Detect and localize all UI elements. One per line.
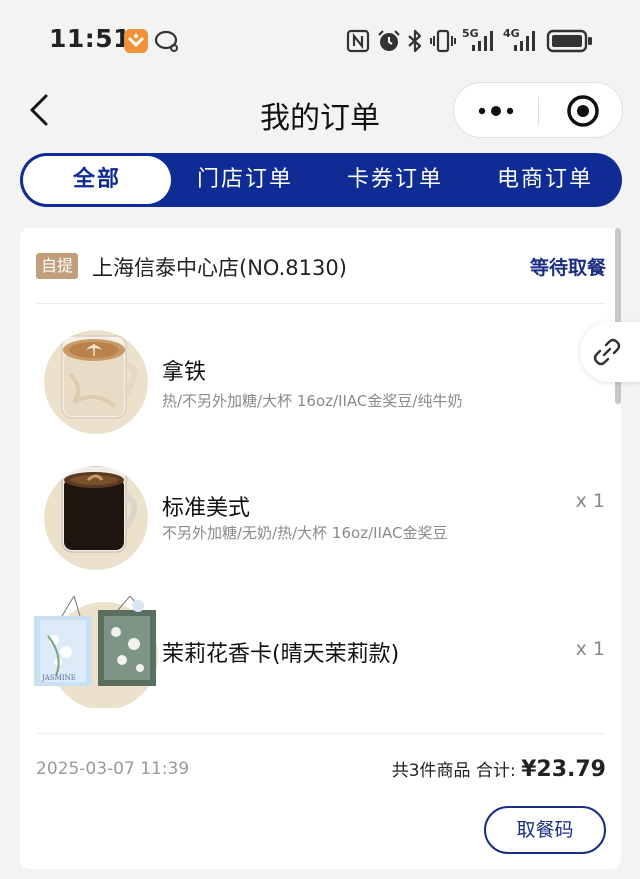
divider: [36, 733, 605, 734]
more-options-icon[interactable]: [476, 99, 516, 123]
signal-4g-icon: [514, 31, 535, 51]
order-item-jasmine-card: JASMINE 茉莉花香卡(晴天茉莉款) x 1: [20, 596, 621, 716]
item-name: 茉莉花香卡(晴天茉莉款): [162, 642, 400, 667]
battery-icon: [546, 29, 592, 53]
item-options: 热/不另外加糖/大杯 16oz/IIAC金奖豆/纯牛奶: [162, 392, 463, 410]
divider: [36, 303, 605, 304]
item-quantity: x 1: [575, 490, 605, 512]
app-notification-icon: [124, 29, 148, 53]
mini-program-capsule: [453, 82, 623, 138]
order-total: ¥23.79: [521, 757, 606, 782]
card-jasmine-text: JASMINE: [41, 674, 76, 682]
tab-ecommerce-orders[interactable]: 电商订单: [470, 153, 620, 207]
item-name: 标准美式: [162, 496, 251, 521]
tab-voucher-orders[interactable]: 卡券订单: [320, 153, 470, 207]
link-icon: [593, 338, 621, 366]
item-options: 不另外加糖/无奶/热/大杯 16oz/IIAC金奖豆: [162, 524, 448, 542]
order-status: 等待取餐: [529, 257, 606, 279]
summary-label: 共3件商品 合计:: [391, 761, 516, 781]
tab-all[interactable]: 全部: [23, 156, 171, 204]
vibrate-icon: [430, 29, 456, 53]
alarm-icon: [378, 30, 400, 51]
latte-image: [44, 330, 148, 434]
jasmine-card-image: JASMINE: [34, 596, 158, 708]
chat-icon: [154, 30, 178, 52]
order-summary: 共3件商品 合计: ¥23.79: [392, 756, 606, 782]
tab-store-orders[interactable]: 门店订单: [170, 153, 320, 207]
store-name: 上海信泰中心店(NO.8130): [92, 256, 347, 280]
pickup-type-badge: 自提: [36, 253, 78, 279]
order-card[interactable]: 自提 上海信泰中心店(NO.8130) 等待取餐 拿铁 热/不另外加糖/大杯 1…: [20, 228, 621, 869]
nav-bar: 我的订单: [0, 80, 640, 146]
bluetooth-icon: [408, 29, 422, 53]
item-quantity: x 1: [575, 638, 605, 660]
order-item-latte: 拿铁 热/不另外加糖/大杯 16oz/IIAC金奖豆/纯牛奶: [20, 330, 621, 450]
signal-5g-icon: [472, 31, 493, 51]
capsule-divider: [538, 97, 539, 125]
americano-image: [44, 466, 148, 570]
status-time: 11:51: [49, 24, 132, 53]
order-tabs: 全部 门店订单 卡券订单 电商订单: [20, 153, 622, 207]
share-link-button[interactable]: [580, 322, 640, 382]
order-item-americano: 标准美式 不另外加糖/无奶/热/大杯 16oz/IIAC金奖豆 x 1: [20, 466, 621, 586]
item-name: 拿铁: [162, 360, 207, 385]
nfc-icon: [346, 29, 370, 53]
status-bar: 11:51 5G 4G: [0, 0, 640, 80]
order-datetime: 2025-03-07 11:39: [36, 759, 190, 779]
pickup-code-button[interactable]: 取餐码: [484, 806, 606, 854]
close-mini-program-icon[interactable]: [566, 94, 600, 128]
